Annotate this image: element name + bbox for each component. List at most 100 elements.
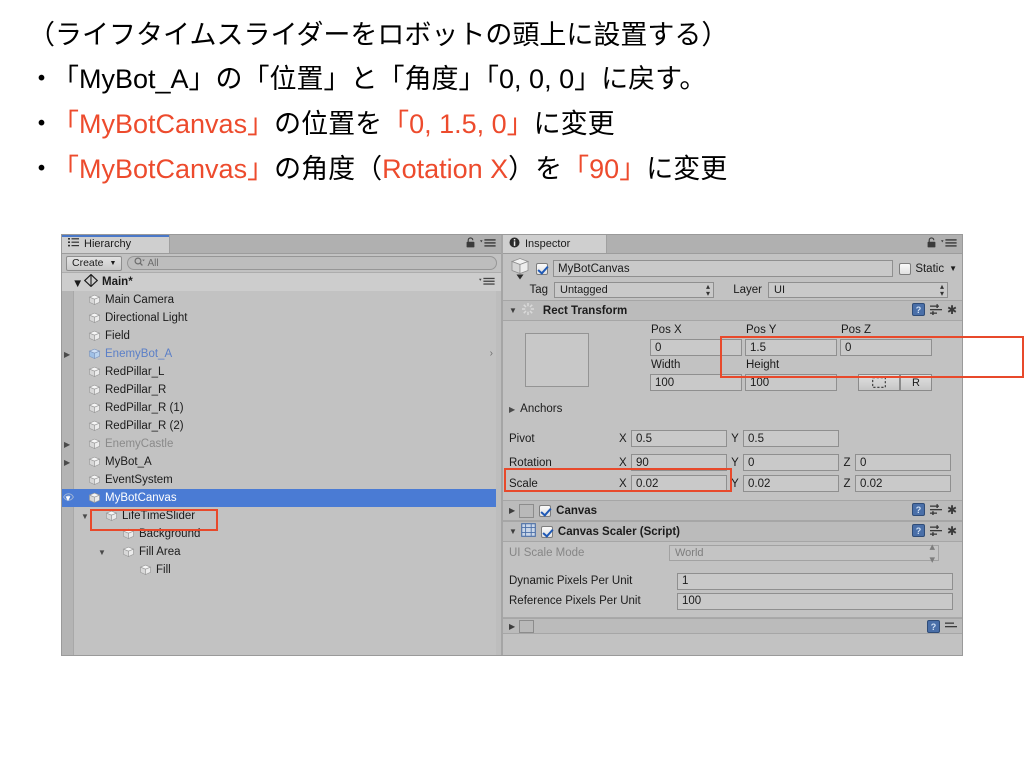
hierarchy-item-lifetimeslider[interactable]: ▼ LifeTimeSlider [62,507,501,525]
component-header-rect-transform[interactable]: ▼ Rect Transform ? ✱ [503,300,962,321]
dynamic-pixels-input[interactable]: 1 [677,572,953,590]
chevron-down-icon[interactable]: ▼ [72,278,83,290]
chevron-down-icon[interactable]: ▼ [949,264,957,273]
canvas-enabled-checkbox[interactable] [539,504,552,517]
chevron-down-icon: ▼ [109,259,117,267]
help-book-icon[interactable]: ? [911,524,925,537]
scale-z-input[interactable]: 0.02 [855,475,951,492]
pos-x-input[interactable]: 0 [650,339,742,356]
hierarchy-item-fill[interactable]: Fill [62,561,501,579]
chevron-down-icon[interactable]: ▼ [509,306,517,315]
hierarchy-item-main-camera[interactable]: Main Camera [62,291,501,309]
chevron-down-icon[interactable]: ▼ [98,548,106,557]
gear-icon[interactable]: ✱ [947,525,957,537]
preset-sliders-icon[interactable] [929,503,942,516]
ui-scale-mode-label: UI Scale Mode [509,546,585,559]
chevron-down-icon[interactable]: ▼ [81,512,89,521]
canvas-scaler-enabled-checkbox[interactable] [540,525,553,538]
hierarchy-item-mybotcanvas[interactable]: ▼ MyBotCanvas [62,489,501,507]
preset-sliders-icon[interactable] [929,524,942,537]
gear-icon[interactable]: ✱ [947,504,957,516]
component-header-canvas[interactable]: ▶ Canvas ? ✱ [503,500,962,521]
tab-hierarchy[interactable]: Hierarchy [62,235,170,253]
hierarchy-tabbar: Hierarchy [62,235,501,254]
height-input[interactable]: 100 [745,374,837,391]
component-header-next-clipped[interactable]: ▶ ? [503,618,962,634]
pos-z-input[interactable]: 0 [840,339,932,356]
hierarchy-tree[interactable]: Main Camera Directional Light Field ▶ EnemyB… [62,291,501,655]
hierarchy-item-redpillar-r[interactable]: RedPillar_R [62,381,501,399]
scale-z-axis-label: Z [843,477,851,490]
hierarchy-item-redpillar-r-2[interactable]: RedPillar_R (2) [62,417,501,435]
rotation-y-value: 0 [748,456,755,469]
tag-layer-row: Tag Untagged ▴ ▾ Layer UI ▴ ▾ [503,280,962,300]
anchors-foldout[interactable]: ▶ Anchors [509,403,562,415]
hierarchy-item-mybot-a[interactable]: ▶ MyBot_A [62,453,501,471]
reference-pixels-input[interactable]: 100 [677,592,953,610]
scene-root-row[interactable]: ▼ Main* [62,273,501,292]
chevron-down-icon[interactable]: ▼ [64,494,72,503]
scene-name-label: Main* [102,276,133,288]
component-header-canvas-scaler[interactable]: ▼ Canvas Scaler (Script) ? ✱ [503,521,962,542]
pos-y-label: Pos Y [746,324,777,336]
hierarchy-item-field[interactable]: Field [62,327,501,345]
chevron-right-icon[interactable]: ▶ [509,506,515,515]
hamburger-menu-icon[interactable] [480,238,496,251]
blueprint-mode-button[interactable] [858,374,900,391]
gameobject-cube-icon [88,492,101,504]
preset-sliders-icon[interactable] [945,621,957,633]
pivot-x-input[interactable]: 0.5 [631,430,727,447]
help-book-icon[interactable]: ? [911,503,925,516]
chevron-right-icon[interactable]: ▶ [509,405,515,414]
chevron-right-icon[interactable]: ▶ [64,440,70,449]
pivot-y-value: 0.5 [748,432,764,445]
help-book-icon[interactable]: ? [927,620,940,633]
tag-dropdown[interactable]: Untagged ▴ ▾ [554,282,714,298]
chevron-down-icon[interactable]: ▼ [509,527,517,536]
chevron-right-icon[interactable]: ▶ [64,458,70,467]
hierarchy-item-background[interactable]: Background [62,525,501,543]
inspector-panel: Inspector MyBotCanvas Static ▼ Tag Untag… [503,235,1024,655]
hierarchy-item-eventsystem[interactable]: EventSystem [62,471,501,489]
hierarchy-item-label: Fill Area [139,546,181,558]
slide-bullet-1: ・「MyBot_A」の「位置」と「角度」「0, 0, 0」に戻す。 [28,58,706,100]
rotation-y-input[interactable]: 0 [743,454,839,471]
hierarchy-item-enemycastle[interactable]: ▶ EnemyCastle [62,435,501,453]
pivot-y-input[interactable]: 0.5 [743,430,839,447]
width-input[interactable]: 100 [650,374,742,391]
chevron-right-icon[interactable]: ▶ [509,622,515,631]
hierarchy-item-redpillar-r-1[interactable]: RedPillar_R (1) [62,399,501,417]
hierarchy-item-directional-light[interactable]: Directional Light [62,309,501,327]
gameobject-name-input[interactable]: MyBotCanvas [553,260,894,277]
anchor-preset-thumbnail[interactable] [525,333,589,387]
lock-icon[interactable] [927,237,936,251]
prefab-open-chevron-icon[interactable]: › [490,348,493,359]
chevron-right-icon[interactable]: ▶ [64,350,70,359]
hamburger-menu-icon[interactable] [479,277,495,288]
layer-dropdown[interactable]: UI ▴ ▾ [768,282,948,298]
static-checkbox[interactable] [899,262,912,275]
gear-icon[interactable]: ✱ [947,304,957,316]
rotation-z-input[interactable]: 0 [855,454,951,471]
hamburger-menu-icon[interactable] [941,238,957,251]
scale-x-input[interactable]: 0.02 [631,475,727,492]
hierarchy-item-enemybot-a[interactable]: ▶ EnemyBot_A › [62,345,501,363]
raw-edit-button[interactable]: R [900,374,932,391]
pos-y-input[interactable]: 1.5 [745,339,837,356]
tab-inspector[interactable]: Inspector [503,235,607,253]
help-book-icon[interactable]: ? [911,303,925,316]
hierarchy-item-redpillar-l[interactable]: RedPillar_L [62,363,501,381]
hierarchy-search-input[interactable]: All [127,256,497,270]
rect-transform-icon [521,302,535,319]
tab-inspector-label: Inspector [525,238,571,250]
create-button[interactable]: Create ▼ [66,255,123,271]
scale-y-input[interactable]: 0.02 [743,475,839,492]
gameobject-cube-icon [88,456,101,468]
gameobject-cube-icon [122,546,135,558]
rotation-z-axis-label: Z [843,456,851,469]
rotation-x-input[interactable]: 90 [631,454,727,471]
lock-icon[interactable] [466,237,475,251]
hierarchy-item-fill-area[interactable]: ▼ Fill Area [62,543,501,561]
preset-sliders-icon[interactable] [929,303,942,316]
gameobject-enabled-checkbox[interactable] [536,262,548,275]
